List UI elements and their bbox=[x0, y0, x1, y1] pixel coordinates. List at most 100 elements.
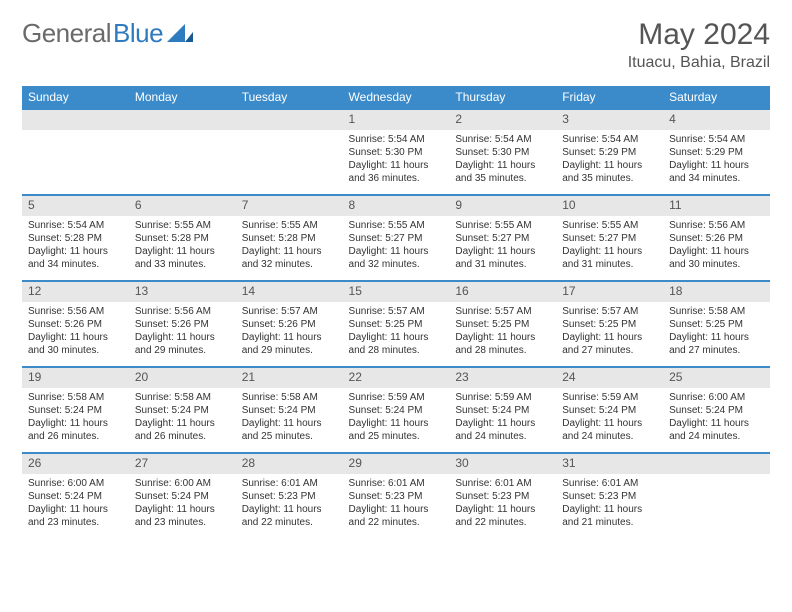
day-body: Sunrise: 5:56 AMSunset: 5:26 PMDaylight:… bbox=[663, 216, 770, 277]
page-title: May 2024 bbox=[628, 18, 770, 52]
calendar-week-row: 19 Sunrise: 5:58 AM Sunset: 5:24 PM Dayligh… bbox=[22, 366, 770, 452]
sunset-line: Sunset: 5:25 PM bbox=[455, 318, 550, 331]
daylight-label: Daylight: bbox=[28, 418, 67, 429]
sunset-label: Sunset: bbox=[349, 491, 383, 502]
sunrise-value: 5:58 AM bbox=[281, 392, 318, 403]
calendar-day-cell: 3Sunrise: 5:54 AMSunset: 5:29 PMDaylight… bbox=[556, 108, 663, 194]
day-body: Sunrise: 6:00 AMSunset: 5:24 PMDaylight:… bbox=[663, 388, 770, 449]
daylight-line: Daylight: 11 hours and 24 minutes. bbox=[455, 417, 550, 443]
calendar-day-cell: 14Sunrise: 5:57 AMSunset: 5:26 PMDayligh… bbox=[236, 280, 343, 366]
sunset-value: 5:24 PM bbox=[172, 491, 209, 502]
calendar-day-cell: 1Sunrise: 5:54 AMSunset: 5:30 PMDaylight… bbox=[343, 108, 450, 194]
calendar-week-row: 1Sunrise: 5:54 AMSunset: 5:30 PMDaylight… bbox=[22, 108, 770, 194]
sunrise-line: Sunrise: 5:57 AM bbox=[455, 305, 550, 318]
sunrise-line: Sunrise: 6:00 AM bbox=[669, 391, 764, 404]
sunrise-value: 5:58 AM bbox=[709, 306, 746, 317]
daylight-label: Daylight: bbox=[562, 418, 601, 429]
day-number: 22 bbox=[343, 366, 450, 388]
day-body: Sunrise: 5:57 AMSunset: 5:26 PMDaylight:… bbox=[236, 302, 343, 363]
sunrise-label: Sunrise: bbox=[562, 478, 599, 489]
sunrise-label: Sunrise: bbox=[135, 220, 172, 231]
sunrise-value: 6:01 AM bbox=[602, 478, 639, 489]
day-number: 8 bbox=[343, 194, 450, 216]
daylight-line: Daylight: 11 hours and 34 minutes. bbox=[28, 245, 123, 271]
calendar-day-cell: 19Sunrise: 5:58 AMSunset: 5:24 PMDayligh… bbox=[22, 366, 129, 452]
daylight-line: Daylight: 11 hours and 21 minutes. bbox=[562, 503, 657, 529]
sunrise-value: 5:54 AM bbox=[602, 134, 639, 145]
logo: GeneralBlue bbox=[22, 18, 193, 49]
day-body bbox=[129, 130, 236, 190]
day-number: 23 bbox=[449, 366, 556, 388]
sunset-label: Sunset: bbox=[455, 319, 489, 330]
sunset-value: 5:23 PM bbox=[599, 491, 636, 502]
sunset-line: Sunset: 5:29 PM bbox=[562, 146, 657, 159]
sunset-label: Sunset: bbox=[349, 405, 383, 416]
daylight-label: Daylight: bbox=[135, 332, 174, 343]
sunset-line: Sunset: 5:30 PM bbox=[455, 146, 550, 159]
sunset-label: Sunset: bbox=[242, 319, 276, 330]
day-body: Sunrise: 5:55 AMSunset: 5:27 PMDaylight:… bbox=[343, 216, 450, 277]
daylight-line: Daylight: 11 hours and 28 minutes. bbox=[349, 331, 444, 357]
day-body: Sunrise: 5:54 AMSunset: 5:29 PMDaylight:… bbox=[663, 130, 770, 191]
day-number bbox=[129, 108, 236, 130]
sunset-value: 5:24 PM bbox=[172, 405, 209, 416]
daylight-label: Daylight: bbox=[562, 504, 601, 515]
sunrise-label: Sunrise: bbox=[28, 478, 65, 489]
sunset-value: 5:30 PM bbox=[492, 147, 529, 158]
sunset-line: Sunset: 5:28 PM bbox=[242, 232, 337, 245]
calendar-day-cell: 29Sunrise: 6:01 AMSunset: 5:23 PMDayligh… bbox=[343, 452, 450, 538]
day-number: 30 bbox=[449, 452, 556, 474]
day-number: 5 bbox=[22, 194, 129, 216]
sunset-line: Sunset: 5:27 PM bbox=[349, 232, 444, 245]
sunset-label: Sunset: bbox=[562, 491, 596, 502]
sunrise-value: 6:01 AM bbox=[388, 478, 425, 489]
sunrise-line: Sunrise: 5:57 AM bbox=[562, 305, 657, 318]
calendar-day-cell: 9Sunrise: 5:55 AMSunset: 5:27 PMDaylight… bbox=[449, 194, 556, 280]
sunrise-value: 5:57 AM bbox=[602, 306, 639, 317]
day-body: Sunrise: 5:54 AMSunset: 5:29 PMDaylight:… bbox=[556, 130, 663, 191]
sunrise-value: 5:56 AM bbox=[709, 220, 746, 231]
day-number: 28 bbox=[236, 452, 343, 474]
sunset-label: Sunset: bbox=[669, 319, 703, 330]
daylight-line: Daylight: 11 hours and 32 minutes. bbox=[349, 245, 444, 271]
sunrise-line: Sunrise: 5:56 AM bbox=[135, 305, 230, 318]
sunset-line: Sunset: 5:27 PM bbox=[562, 232, 657, 245]
sunrise-label: Sunrise: bbox=[28, 392, 65, 403]
sunset-label: Sunset: bbox=[28, 233, 62, 244]
daylight-line: Daylight: 11 hours and 30 minutes. bbox=[28, 331, 123, 357]
sunset-line: Sunset: 5:23 PM bbox=[455, 490, 550, 503]
day-number: 19 bbox=[22, 366, 129, 388]
sunrise-value: 5:59 AM bbox=[602, 392, 639, 403]
sunset-line: Sunset: 5:28 PM bbox=[28, 232, 123, 245]
sunrise-label: Sunrise: bbox=[242, 306, 279, 317]
calendar-day-cell: 21Sunrise: 5:58 AMSunset: 5:24 PMDayligh… bbox=[236, 366, 343, 452]
daylight-label: Daylight: bbox=[242, 332, 281, 343]
sunset-value: 5:24 PM bbox=[706, 405, 743, 416]
sunrise-label: Sunrise: bbox=[349, 392, 386, 403]
daylight-label: Daylight: bbox=[28, 332, 67, 343]
sunrise-line: Sunrise: 5:54 AM bbox=[349, 133, 444, 146]
day-body: Sunrise: 5:57 AMSunset: 5:25 PMDaylight:… bbox=[343, 302, 450, 363]
sunrise-value: 5:54 AM bbox=[67, 220, 104, 231]
sunrise-value: 5:57 AM bbox=[281, 306, 318, 317]
sunrise-value: 6:00 AM bbox=[709, 392, 746, 403]
day-number: 11 bbox=[663, 194, 770, 216]
daylight-line: Daylight: 11 hours and 22 minutes. bbox=[242, 503, 337, 529]
weekday-header: Thursday bbox=[449, 86, 556, 108]
daylight-label: Daylight: bbox=[349, 246, 388, 257]
calendar-day-cell bbox=[663, 452, 770, 538]
calendar-day-cell: 28Sunrise: 6:01 AMSunset: 5:23 PMDayligh… bbox=[236, 452, 343, 538]
sunrise-label: Sunrise: bbox=[349, 478, 386, 489]
calendar-day-cell: 13Sunrise: 5:56 AMSunset: 5:26 PMDayligh… bbox=[129, 280, 236, 366]
day-body bbox=[22, 130, 129, 190]
daylight-label: Daylight: bbox=[135, 418, 174, 429]
day-number: 14 bbox=[236, 280, 343, 302]
daylight-line: Daylight: 11 hours and 22 minutes. bbox=[455, 503, 550, 529]
sunset-label: Sunset: bbox=[242, 405, 276, 416]
sunrise-label: Sunrise: bbox=[562, 134, 599, 145]
calendar-day-cell: 12Sunrise: 5:56 AMSunset: 5:26 PMDayligh… bbox=[22, 280, 129, 366]
sunset-value: 5:29 PM bbox=[706, 147, 743, 158]
day-body: Sunrise: 5:56 AMSunset: 5:26 PMDaylight:… bbox=[22, 302, 129, 363]
sunset-line: Sunset: 5:24 PM bbox=[135, 490, 230, 503]
daylight-line: Daylight: 11 hours and 36 minutes. bbox=[349, 159, 444, 185]
